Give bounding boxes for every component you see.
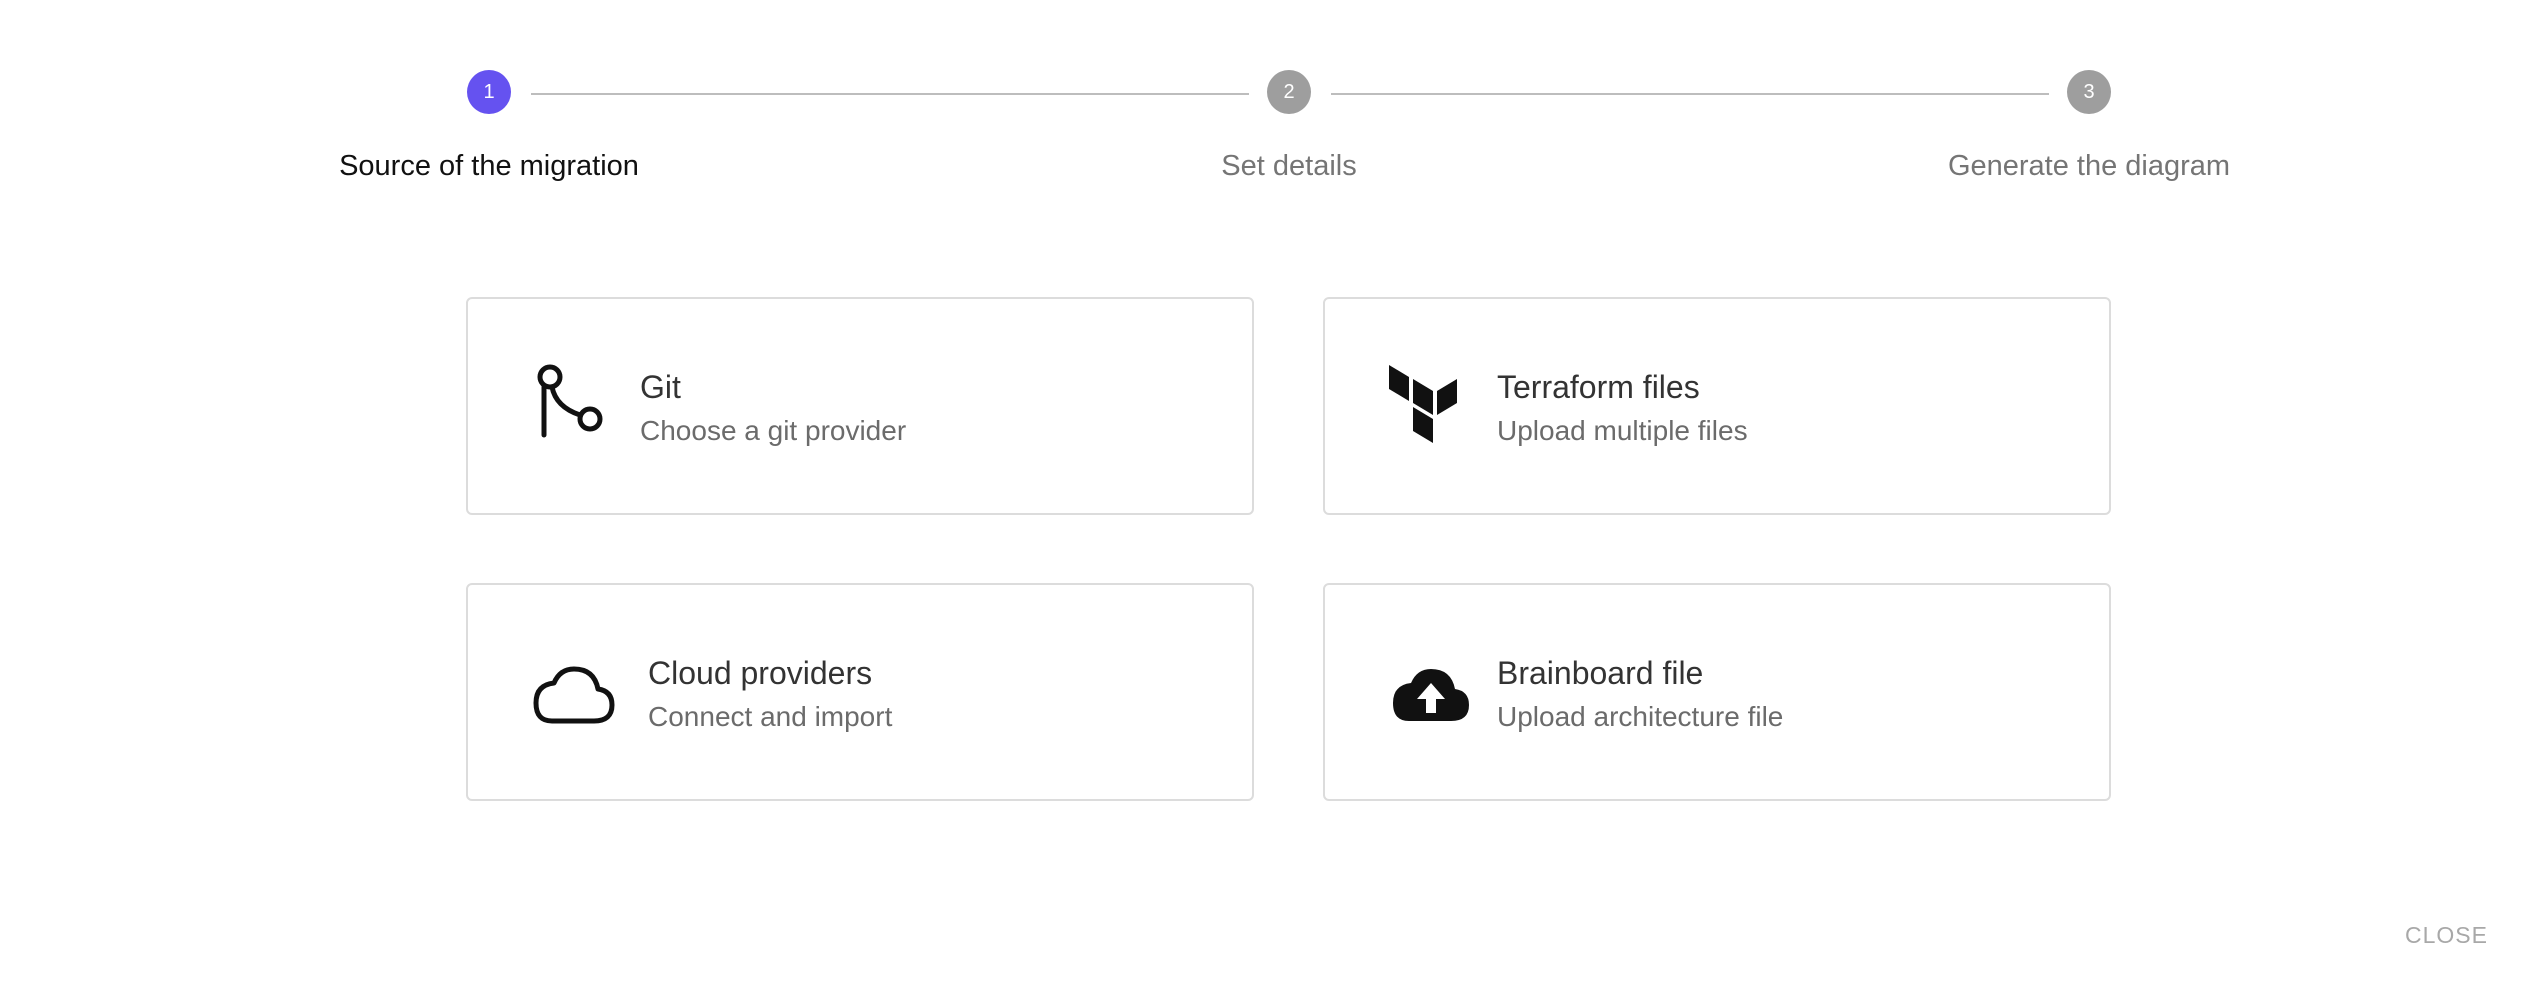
option-text: Cloud providers Connect and import — [648, 653, 892, 737]
step-2-indicator: 2 — [1267, 70, 1311, 114]
option-text: Terraform files Upload multiple files — [1497, 367, 1748, 451]
option-card-git[interactable]: Git Choose a git provider — [466, 297, 1254, 515]
stepper: 1 2 3 Source of the migration Set detail… — [0, 0, 2544, 200]
step-3-label: Generate the diagram — [1947, 150, 2231, 182]
close-button[interactable]: CLOSE — [2397, 918, 2496, 953]
git-branch-icon — [530, 363, 620, 453]
step-3-number: 3 — [2083, 80, 2095, 103]
option-card-terraform[interactable]: Terraform files Upload multiple files — [1323, 297, 2111, 515]
step-connector-1 — [531, 93, 1249, 95]
step-2-label: Set details — [1221, 150, 1357, 182]
option-subtitle: Upload architecture file — [1497, 701, 1784, 732]
step-1-indicator: 1 — [467, 70, 511, 114]
option-text: Git Choose a git provider — [640, 367, 906, 451]
option-subtitle: Upload multiple files — [1497, 415, 1748, 446]
option-subtitle: Choose a git provider — [640, 415, 907, 446]
option-title: Terraform files — [1497, 369, 1700, 405]
option-title: Git — [640, 369, 681, 405]
terraform-icon — [1387, 363, 1477, 453]
option-card-brainboard-file[interactable]: Brainboard file Upload architecture file — [1323, 583, 2111, 801]
option-title: Cloud providers — [648, 655, 873, 691]
cloud-upload-icon — [1387, 649, 1477, 739]
step-1-number: 1 — [483, 80, 495, 103]
step-2-number: 2 — [1283, 80, 1295, 103]
step-1-label: Source of the migration — [339, 150, 639, 182]
option-text: Brainboard file Upload architecture file — [1497, 653, 1783, 737]
step-connector-2 — [1331, 93, 2049, 95]
option-title: Brainboard file — [1497, 655, 1704, 691]
cloud-icon — [530, 649, 620, 739]
option-card-cloud-providers[interactable]: Cloud providers Connect and import — [466, 583, 1254, 801]
migration-dialog: 1 2 3 Source of the migration Set detail… — [0, 0, 2544, 994]
step-3-indicator: 3 — [2067, 70, 2111, 114]
option-subtitle: Connect and import — [648, 701, 893, 732]
